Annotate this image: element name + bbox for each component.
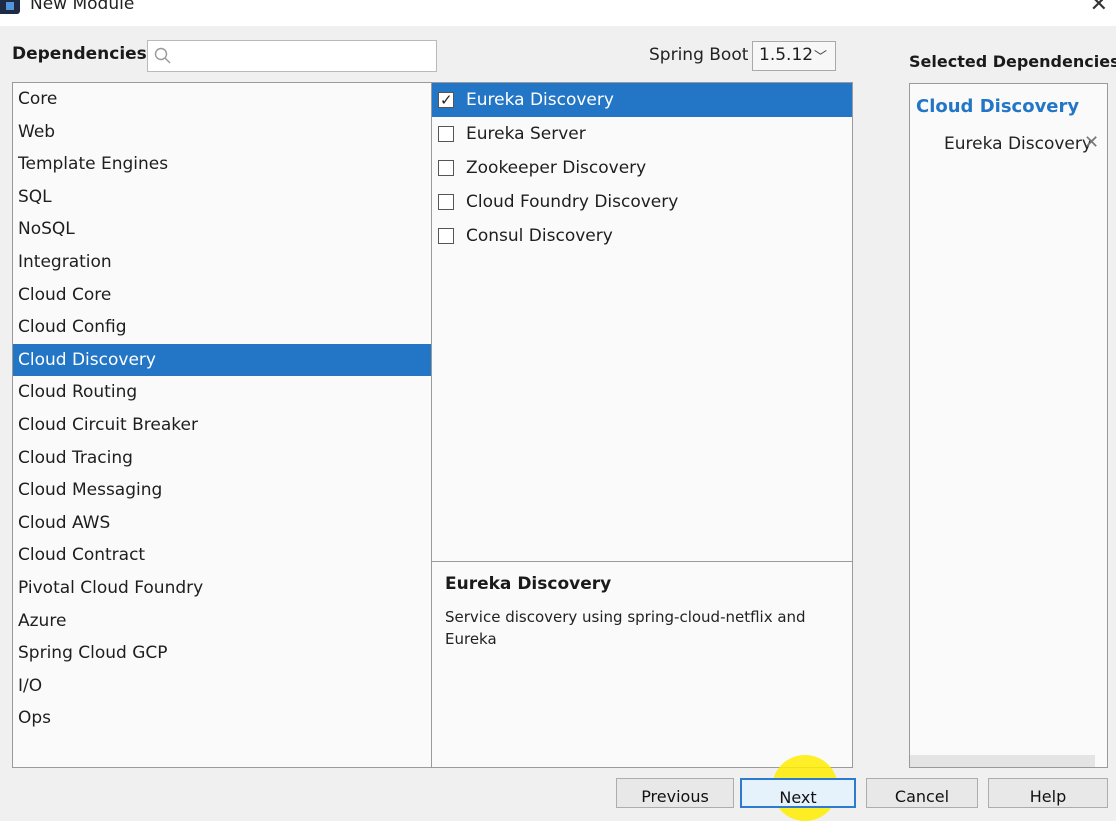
dependency-checkbox[interactable]	[438, 85, 454, 115]
dependency-item-eureka-discovery[interactable]: Eureka Discovery	[432, 83, 852, 117]
category-item-cloud-core[interactable]: Cloud Core	[13, 279, 431, 312]
selected-dependency-item: Eureka Discovery	[944, 134, 1092, 154]
remove-icon[interactable]: ✕	[1084, 132, 1099, 153]
close-icon[interactable]: ✕	[1090, 0, 1108, 17]
category-item-cloud-routing[interactable]: Cloud Routing	[13, 376, 431, 409]
next-button-label: Next	[779, 788, 817, 807]
category-item-cloud-contract[interactable]: Cloud Contract	[13, 539, 431, 572]
selected-dependencies-panel: Cloud Discovery Eureka Discovery ✕	[909, 83, 1108, 768]
spring-boot-version-select[interactable]: 1.5.12 ﹀	[752, 41, 836, 71]
dependency-list: Eureka Discovery Eureka Server Zookeeper D…	[432, 82, 853, 562]
category-item-cloud-circuit-breaker[interactable]: Cloud Circuit Breaker	[13, 409, 431, 442]
selected-group-label: Cloud Discovery	[916, 96, 1080, 117]
category-item-pivotal-cloud-foundry[interactable]: Pivotal Cloud Foundry	[13, 572, 431, 605]
dependency-item-consul-discovery[interactable]: Consul Discovery	[432, 219, 852, 253]
dependency-label: Cloud Foundry Discovery	[466, 192, 679, 212]
spring-boot-label: Spring Boot	[649, 45, 749, 65]
dependency-checkbox[interactable]	[438, 194, 454, 210]
selected-dependencies-heading: Selected Dependencies	[909, 52, 1116, 71]
search-input[interactable]	[147, 40, 437, 72]
dependencies-label: Dependencies	[12, 44, 147, 64]
category-item-nosql[interactable]: NoSQL	[13, 213, 431, 246]
category-item-ops[interactable]: Ops	[13, 702, 431, 735]
dependency-label: Eureka Discovery	[466, 90, 614, 110]
cancel-button[interactable]: Cancel	[866, 778, 978, 808]
chevron-down-icon: ﹀	[813, 50, 827, 65]
dependency-label: Consul Discovery	[466, 226, 613, 246]
category-item-integration[interactable]: Integration	[13, 246, 431, 279]
app-icon	[0, 0, 20, 14]
dependency-item-cloud-foundry-discovery[interactable]: Cloud Foundry Discovery	[432, 185, 852, 219]
category-item-cloud-aws[interactable]: Cloud AWS	[13, 507, 431, 540]
dependency-checkbox[interactable]	[438, 228, 454, 244]
dependency-label: Zookeeper Discovery	[466, 158, 647, 178]
category-item-core[interactable]: Core	[13, 83, 431, 116]
description-title: Eureka Discovery	[445, 574, 612, 594]
category-item-sql[interactable]: SQL	[13, 181, 431, 214]
category-item-azure[interactable]: Azure	[13, 605, 431, 638]
help-button-label: Help	[1029, 787, 1067, 806]
category-item-i-o[interactable]: I/O	[13, 670, 431, 703]
category-item-spring-cloud-gcp[interactable]: Spring Cloud GCP	[13, 637, 431, 670]
previous-button-label: Previous	[641, 787, 709, 806]
dependency-item-zookeeper-discovery[interactable]: Zookeeper Discovery	[432, 151, 852, 185]
dependency-checkbox[interactable]	[438, 126, 454, 142]
category-list: Core Web Template Engines SQL NoSQL Integrati…	[12, 82, 432, 768]
dependency-label: Eureka Server	[466, 124, 586, 144]
category-item-cloud-messaging[interactable]: Cloud Messaging	[13, 474, 431, 507]
title-bar: New Module ✕	[0, 0, 1116, 26]
spring-boot-version-value: 1.5.12	[759, 45, 814, 65]
horizontal-scrollbar[interactable]	[910, 755, 1095, 767]
help-button[interactable]: Help	[988, 778, 1108, 808]
category-item-cloud-discovery[interactable]: Cloud Discovery	[13, 343, 431, 377]
search-icon	[154, 47, 171, 64]
description-text: Service discovery using spring-cloud-net…	[445, 608, 806, 648]
category-item-template-engines[interactable]: Template Engines	[13, 148, 431, 181]
dependency-checkbox[interactable]	[438, 160, 454, 176]
category-item-cloud-tracing[interactable]: Cloud Tracing	[13, 442, 431, 475]
window-title: New Module	[30, 0, 135, 14]
description-panel: Eureka Discovery Service discovery using…	[432, 561, 853, 768]
next-button[interactable]: Next	[740, 778, 856, 808]
previous-button[interactable]: Previous	[616, 778, 734, 808]
category-item-cloud-config[interactable]: Cloud Config	[13, 311, 431, 344]
dependency-item-eureka-server[interactable]: Eureka Server	[432, 117, 852, 151]
cancel-button-label: Cancel	[894, 787, 950, 806]
category-item-web[interactable]: Web	[13, 116, 431, 149]
